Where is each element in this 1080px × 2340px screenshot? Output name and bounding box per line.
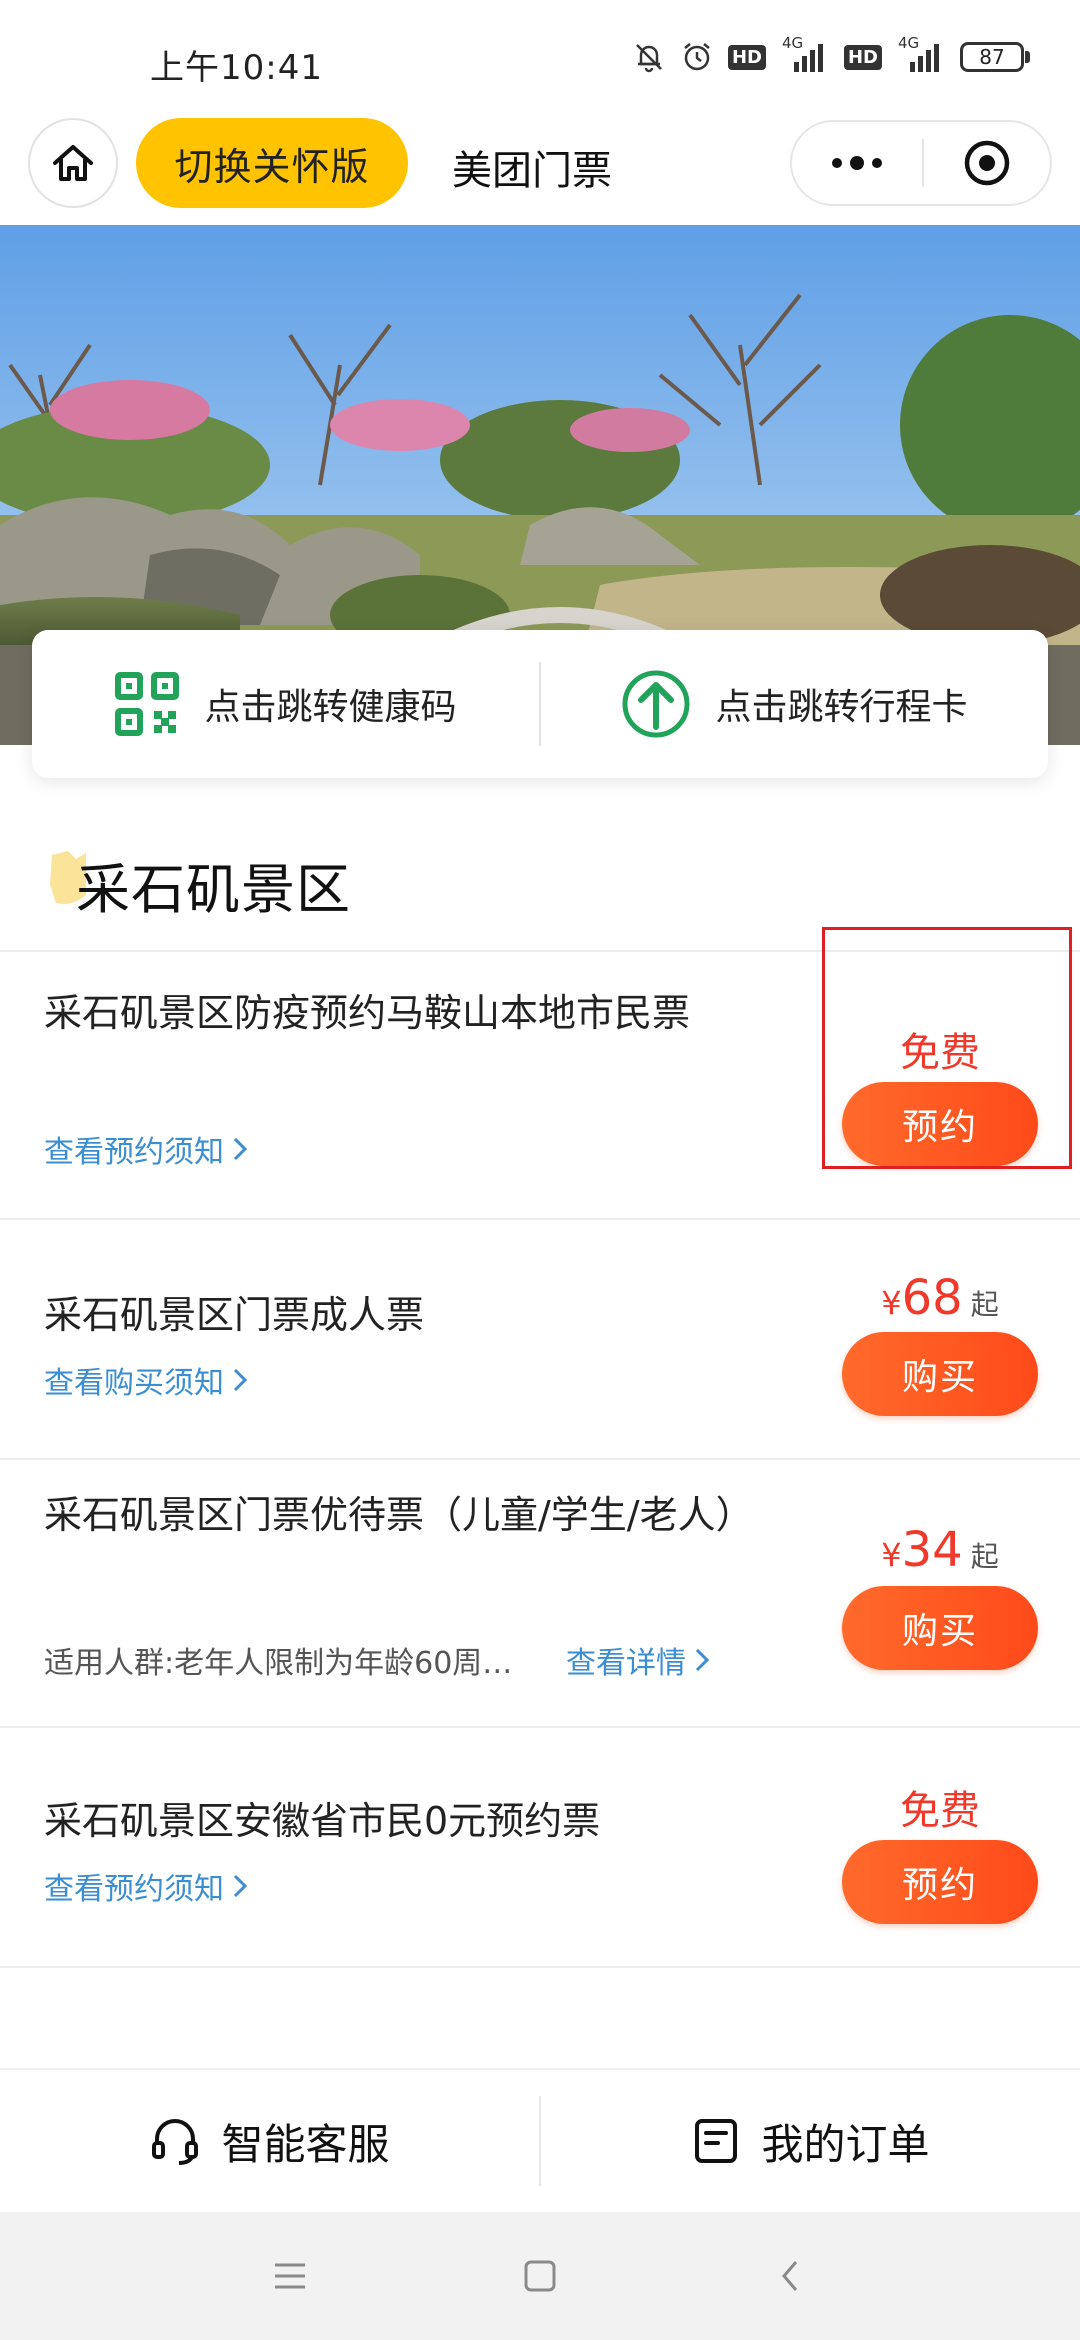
chevron-right-icon (233, 1368, 248, 1392)
section-header: 采石矶景区 (46, 845, 350, 925)
ticket-description: 适用人群:老年人限制为年龄60周… (44, 1646, 513, 1681)
alarm-icon (680, 40, 714, 74)
headset-icon (152, 2119, 199, 2165)
trip-card-link[interactable]: 点击跳转行程卡 (541, 630, 1048, 778)
signal-icon: 4G (780, 34, 830, 74)
status-icons: HD 4G HD 4G 87 (632, 34, 1030, 74)
battery-level: 87 (960, 42, 1024, 72)
ticket-name: 采石矶景区防疫预约马鞍山本地市民票 (44, 991, 691, 1035)
chevron-right-icon (695, 1648, 710, 1672)
purchase-notice-link[interactable]: 查看购买须知 (44, 1358, 248, 1402)
home-button[interactable] (28, 118, 118, 208)
back-button[interactable] (760, 2246, 820, 2306)
customer-service-button[interactable]: 智能客服 (0, 2070, 539, 2212)
hd-badge: HD (727, 44, 766, 70)
more-button[interactable] (792, 122, 922, 204)
reserve-button[interactable]: 预约 (842, 1840, 1038, 1924)
chevron-right-icon (233, 1874, 248, 1898)
ticket-item: 采石矶景区安徽省市民0元预约票 查看预约须知 免费 预约 (0, 1728, 1080, 1968)
ticket-item: 采石矶景区防疫预约马鞍山本地市民票 查看预约须知 免费 预约 (0, 927, 1080, 1220)
care-mode-button[interactable]: 切换关怀版 (136, 118, 408, 208)
buy-button[interactable]: 购买 (842, 1332, 1038, 1416)
ticket-price: ¥34 起 (881, 1522, 999, 1578)
ticket-item: 采石矶景区门票成人票 查看购买须知 ¥68 起 购买 (0, 1220, 1080, 1460)
highlight-box (822, 927, 1072, 1169)
system-nav-bar (0, 2212, 1080, 2340)
more-dots-icon (832, 156, 882, 170)
ticket-price: ¥68 起 (881, 1270, 999, 1326)
status-bar: 上午10:41 HD 4G HD 4G 87 (0, 0, 1080, 110)
signal-icon: 4G (896, 34, 946, 74)
battery-icon: 87 (960, 42, 1030, 72)
nav-bar: 切换关怀版 美团门票 (0, 110, 1080, 225)
mute-bell-icon (632, 40, 666, 74)
buy-button[interactable]: 购买 (842, 1586, 1038, 1670)
target-close-icon (964, 140, 1010, 186)
page: 上午10:41 HD 4G HD 4G 87 切换关怀版 美团门票 点击跳转健康… (0, 0, 1080, 2340)
chevron-right-icon (233, 1137, 248, 1161)
view-details-link[interactable]: 查看详情 (566, 1638, 710, 1682)
my-orders-button[interactable]: 我的订单 (541, 2070, 1080, 2212)
menu-button[interactable] (260, 2246, 320, 2306)
ticket-list: 采石矶景区防疫预约马鞍山本地市民票 查看预约须知 免费 预约 采石矶景区门票成人… (0, 927, 1080, 1968)
booking-notice-link[interactable]: 查看预约须知 (44, 1864, 248, 1908)
health-code-link[interactable]: 点击跳转健康码 (32, 630, 539, 778)
square-home-icon (524, 2260, 556, 2292)
booking-notice-link[interactable]: 查看预约须知 (44, 1127, 248, 1171)
trip-arrow-icon (622, 670, 690, 738)
page-title: 美团门票 (452, 148, 612, 194)
qr-code-icon (115, 672, 180, 736)
quick-links-card: 点击跳转健康码 点击跳转行程卡 (32, 630, 1048, 778)
close-miniprogram-button[interactable] (924, 122, 1050, 204)
miniprogram-capsule (790, 120, 1052, 206)
trip-card-label: 点击跳转行程卡 (715, 687, 968, 728)
ticket-item: 采石矶景区门票优待票（儿童/学生/老人） 适用人群:老年人限制为年龄60周… 查… (0, 1460, 1080, 1728)
status-time: 上午10:41 (150, 48, 323, 88)
back-chevron-icon (782, 2261, 798, 2291)
home-nav-button[interactable] (510, 2246, 570, 2306)
home-icon (53, 145, 93, 181)
menu-icon (275, 2263, 305, 2289)
ticket-name: 采石矶景区门票成人票 (44, 1293, 425, 1337)
ticket-name: 采石矶景区安徽省市民0元预约票 (44, 1799, 601, 1843)
my-orders-label: 我的订单 (761, 2119, 930, 2169)
ticket-name: 采石矶景区门票优待票（儿童/学生/老人） (44, 1493, 754, 1537)
hd-badge: HD (843, 44, 882, 70)
ticket-price: 免费 (900, 1788, 980, 1834)
order-list-icon (695, 2119, 738, 2163)
health-code-label: 点击跳转健康码 (204, 687, 457, 728)
section-title: 采石矶景区 (76, 858, 351, 921)
bottom-action-bar: 智能客服 我的订单 (0, 2068, 1080, 2212)
customer-service-label: 智能客服 (221, 2119, 390, 2169)
